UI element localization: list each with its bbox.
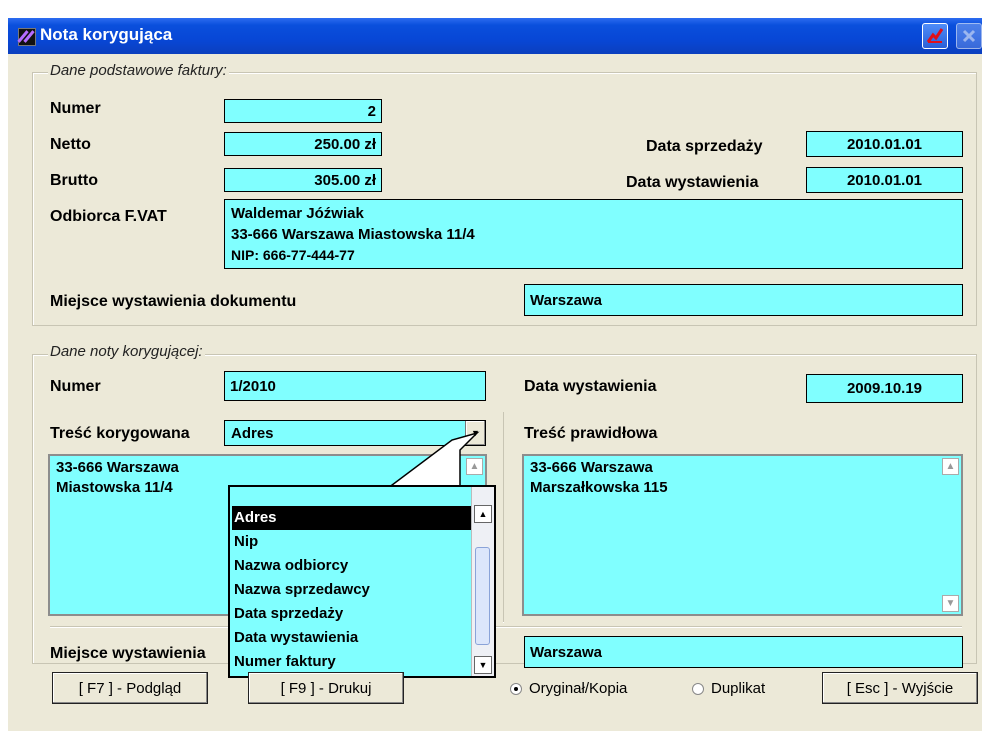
preview-button[interactable]: [ F7 ] - Podgląd [52, 672, 208, 704]
correct-line-2: Marszałkowska 115 [530, 479, 668, 496]
recipient-nip: NIP: 666-77-444-77 [231, 247, 355, 263]
scrollbar-thumb[interactable] [475, 547, 490, 645]
issue-date-label: Data wystawienia [626, 174, 759, 191]
note-issue-date-field[interactable]: 2009.10.19 [806, 374, 963, 403]
divider-horizontal [50, 626, 962, 628]
radio-duplicate-label: Duplikat [711, 680, 766, 697]
chart-icon[interactable] [922, 23, 948, 49]
note-issue-date-label: Data wystawienia [524, 378, 657, 395]
dropdown-scrollbar[interactable]: ▲ ▼ [471, 487, 494, 676]
recipient-field[interactable]: Waldemar Jóźwiak 33-666 Warszawa Miastow… [224, 199, 963, 269]
dropdown-option-nazwa-odbiorcy[interactable]: Nazwa odbiorcy [232, 554, 472, 578]
issue-place-field[interactable]: Warszawa [524, 284, 963, 316]
divider-vertical [503, 412, 504, 623]
dropdown-option-nazwa-sprzedawcy[interactable]: Nazwa sprzedawcy [232, 578, 472, 602]
recipient-name: Waldemar Jóźwiak [231, 205, 364, 222]
note-number-field[interactable]: 1/2010 [224, 371, 486, 401]
correct-content-area[interactable]: 33-666 Warszawa Marszałkowska 115 ▲ ▼ [522, 454, 963, 616]
radio-original[interactable]: Oryginał/Kopia [510, 680, 627, 697]
recipient-address: 33-666 Warszawa Miastowska 11/4 [231, 226, 475, 243]
note-number-label: Numer [50, 378, 101, 395]
netto-field[interactable]: 250.00 zł [224, 132, 382, 156]
corrected-content-label: Treść korygowana [50, 425, 190, 442]
invoice-number-field[interactable]: 2 [224, 99, 382, 123]
dropdown-option-data-sprzedazy[interactable]: Data sprzedaży [232, 602, 472, 626]
radio-original-label: Oryginał/Kopia [529, 680, 628, 697]
correction-group-title: Dane noty korygującej: [48, 343, 205, 360]
window-title: Nota korygująca [40, 25, 173, 44]
brutto-label: Brutto [50, 172, 98, 189]
dropdown-option-nip[interactable]: Nip [232, 530, 472, 554]
radio-duplicate[interactable]: Duplikat [692, 680, 765, 697]
radio-dot-icon [510, 682, 522, 695]
sale-date-field[interactable]: 2010.01.01 [806, 131, 963, 157]
dropdown-option-adres[interactable]: Adres [232, 506, 472, 530]
scroll-up-icon[interactable]: ▲ [474, 505, 492, 523]
issue-place-label: Miejsce wystawienia dokumentu [50, 293, 297, 310]
note-issue-place-label: Miejsce wystawienia [50, 645, 206, 662]
sale-date-label: Data sprzedaży [646, 138, 763, 155]
invoice-number-label: Numer [50, 100, 101, 117]
basic-group-title: Dane podstawowe faktury: [48, 62, 229, 79]
correct-content-label: Treść prawidłowa [524, 425, 658, 442]
close-icon[interactable] [956, 23, 982, 49]
note-issue-place-field[interactable]: Warszawa [524, 636, 963, 668]
app-logo-icon [18, 28, 36, 46]
radio-dot-icon [692, 682, 704, 695]
scroll-down-icon[interactable]: ▼ [474, 656, 492, 674]
title-bar[interactable]: Nota korygująca [8, 18, 982, 54]
content-type-dropdown[interactable]: Adres Nip Nazwa odbiorcy Nazwa sprzedawc… [228, 485, 496, 678]
scroll-down-icon[interactable]: ▼ [942, 595, 959, 612]
scroll-up-icon[interactable]: ▲ [942, 458, 959, 475]
exit-button[interactable]: [ Esc ] - Wyjście [822, 672, 978, 704]
print-button[interactable]: [ F9 ] - Drukuj [248, 672, 404, 704]
recipient-label: Odbiorca F.VAT [50, 208, 167, 225]
correct-line-1: 33-666 Warszawa [530, 459, 653, 476]
issue-date-field[interactable]: 2010.01.01 [806, 167, 963, 193]
dropdown-option-data-wystawienia[interactable]: Data wystawienia [232, 626, 472, 650]
brutto-field[interactable]: 305.00 zł [224, 168, 382, 192]
netto-label: Netto [50, 136, 91, 153]
corrected-content-selected: Adres [231, 424, 274, 442]
dropdown-option-numer-faktury[interactable]: Numer faktury [232, 650, 472, 674]
